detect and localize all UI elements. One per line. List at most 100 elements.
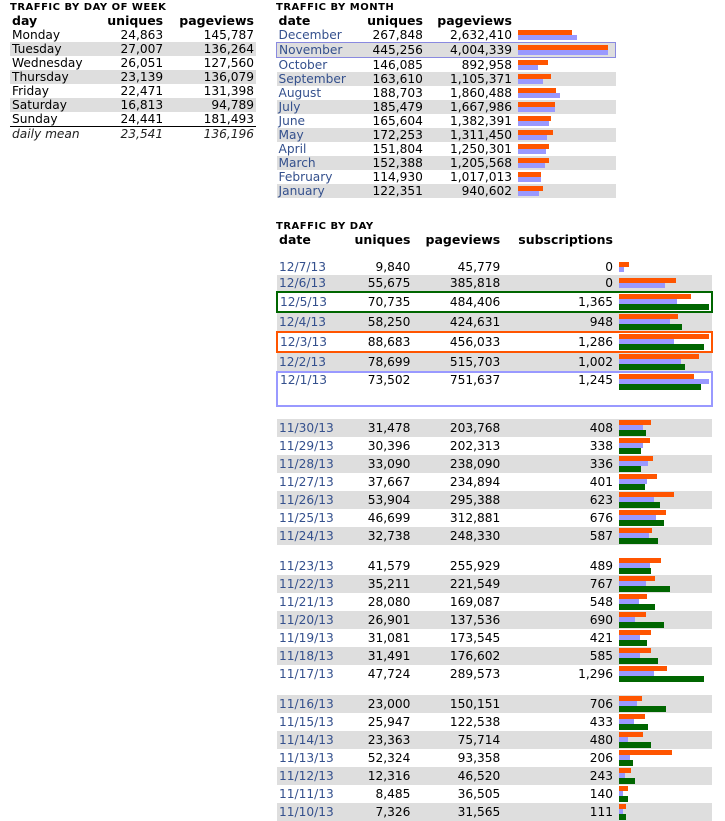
month-link[interactable]: April — [279, 142, 307, 156]
day-row[interactable]: 12/4/13 58,250 424,631 948 — [277, 311, 712, 332]
month-link[interactable]: March — [279, 156, 316, 170]
day-link[interactable]: 11/14/13 — [279, 733, 334, 747]
subscriptions-bar — [619, 519, 664, 526]
month-link[interactable]: December — [279, 28, 342, 42]
uniques-value: 7,326 — [375, 804, 411, 819]
month-row[interactable]: June 165,604 1,382,391 — [277, 114, 616, 128]
pageviews-bar — [518, 35, 577, 40]
day-row[interactable]: 11/28/13 33,090 238,090 336 — [277, 454, 712, 473]
day-row[interactable]: 12/5/13 70,735 484,406 1,365 — [275, 290, 713, 313]
uniques-value: 46,699 — [367, 510, 411, 525]
day-link[interactable]: 11/27/13 — [279, 475, 334, 489]
day-row[interactable]: 11/20/13 26,901 137,536 690 — [277, 610, 712, 629]
day-link[interactable]: 11/22/13 — [279, 577, 334, 591]
day-link[interactable]: 11/10/13 — [279, 805, 334, 819]
day-link[interactable]: 12/2/13 — [279, 355, 326, 369]
pageviews-value: 484,406 — [412, 290, 503, 313]
day-row[interactable]: 11/30/13 31,478 203,768 408 — [277, 418, 712, 437]
day-row[interactable]: 11/15/13 25,947 122,538 433 — [277, 713, 712, 731]
mean-label: daily mean — [12, 127, 80, 141]
subscriptions-bar — [619, 465, 641, 472]
day-link[interactable]: 11/23/13 — [279, 559, 334, 573]
month-row[interactable]: September 163,610 1,105,371 — [276, 72, 616, 86]
day-row[interactable]: 11/21/13 28,080 169,087 548 — [277, 593, 712, 611]
day-row[interactable]: 12/6/13 55,675 385,818 0 — [277, 274, 712, 292]
month-row[interactable]: October 146,085 892,958 — [277, 58, 616, 72]
day-row[interactable]: 12/3/13 88,683 456,033 1,286 — [275, 330, 713, 353]
day-link[interactable]: 11/26/13 — [279, 493, 334, 507]
day-link[interactable]: 11/21/13 — [279, 595, 334, 609]
uniques-value: 16,813 — [120, 98, 164, 112]
day-link[interactable]: 11/30/13 — [279, 421, 334, 435]
month-link[interactable]: November — [279, 43, 342, 57]
day-link[interactable]: 12/5/13 — [280, 295, 327, 309]
day-link[interactable]: 11/28/13 — [279, 457, 334, 471]
day-row[interactable]: 11/17/13 47,724 289,573 1,296 — [277, 665, 712, 683]
day-row[interactable]: 11/25/13 46,699 312,881 676 — [277, 509, 712, 527]
month-row[interactable]: May 172,253 1,311,450 — [276, 128, 616, 142]
month-row[interactable]: March 152,388 1,205,568 — [276, 156, 616, 170]
day-link[interactable]: 11/18/13 — [279, 649, 334, 663]
month-link[interactable]: January — [279, 184, 325, 198]
day-link[interactable]: 11/15/13 — [279, 715, 334, 729]
day-row[interactable]: 11/24/13 32,738 248,330 587 — [277, 526, 712, 545]
day-row[interactable]: 11/18/13 31,491 176,602 585 — [277, 646, 712, 665]
day-link[interactable]: 12/4/13 — [279, 315, 326, 329]
day-row[interactable]: 11/11/13 8,485 36,505 140 — [277, 785, 712, 803]
month-link[interactable]: October — [279, 58, 328, 72]
day-row[interactable]: 11/13/13 52,324 93,358 206 — [277, 749, 712, 767]
day-row[interactable]: 11/27/13 37,667 234,894 401 — [277, 473, 712, 491]
month-date-cell: January — [277, 184, 358, 198]
day-link[interactable]: 12/6/13 — [279, 276, 326, 290]
month-row[interactable]: April 151,804 1,250,301 — [277, 142, 616, 156]
bar-cell — [615, 437, 712, 455]
day-date-cell: 12/5/13 — [275, 290, 345, 313]
day-link[interactable]: 11/20/13 — [279, 613, 334, 627]
month-link[interactable]: August — [279, 86, 322, 100]
day-link[interactable]: 11/17/13 — [279, 667, 334, 681]
day-row[interactable]: 11/14/13 23,363 75,714 480 — [277, 730, 712, 749]
pageviews-value: 1,105,371 — [449, 72, 512, 86]
uniques-value: 9,840 — [375, 259, 411, 274]
uniques-value: 163,610 — [372, 72, 423, 86]
month-row[interactable]: January 122,351 940,602 — [276, 184, 616, 198]
bar-cell — [514, 156, 616, 170]
bar-cell — [615, 731, 712, 749]
subscriptions-bar — [619, 603, 655, 610]
month-row[interactable]: December 267,848 2,632,410 — [277, 28, 616, 43]
day-row[interactable]: 11/10/13 7,326 31,565 111 — [277, 802, 712, 821]
day-row[interactable]: 11/16/13 23,000 150,151 706 — [277, 694, 712, 713]
day-row[interactable]: 11/19/13 31,081 173,545 421 — [277, 629, 712, 647]
day-row[interactable]: 11/22/13 35,211 221,549 767 — [277, 574, 712, 593]
month-link[interactable]: May — [279, 128, 304, 142]
day-row[interactable]: 12/1/13 73,502 751,637 1,245 — [275, 370, 713, 407]
day-link[interactable]: 12/1/13 — [280, 373, 327, 387]
uniques-value: 445,256 — [357, 42, 425, 58]
month-row[interactable]: July 185,479 1,667,986 — [276, 100, 616, 114]
day-row[interactable]: 12/2/13 78,699 515,703 1,002 — [277, 351, 712, 372]
month-row[interactable]: November 445,256 4,004,339 — [276, 42, 616, 58]
day-link[interactable]: 11/25/13 — [279, 511, 334, 525]
pageviews-bar — [518, 79, 543, 84]
day-link[interactable]: 11/19/13 — [279, 631, 334, 645]
month-link[interactable]: September — [279, 72, 346, 86]
day-link[interactable]: 11/16/13 — [279, 697, 334, 711]
month-row[interactable]: February 114,930 1,017,013 — [277, 170, 616, 184]
day-row[interactable]: 11/26/13 53,904 295,388 623 — [277, 490, 712, 509]
day-link[interactable]: 12/7/13 — [279, 260, 326, 274]
month-link[interactable]: June — [279, 114, 306, 128]
day-date-cell: 11/29/13 — [277, 437, 344, 455]
day-row[interactable]: 11/29/13 30,396 202,313 338 — [277, 437, 712, 455]
month-link[interactable]: July — [279, 100, 301, 114]
month-row[interactable]: August 188,703 1,860,488 — [277, 86, 616, 100]
day-row[interactable]: 12/7/13 9,840 45,779 0 — [277, 259, 712, 275]
day-row[interactable]: 11/23/13 41,579 255,929 489 — [277, 557, 712, 575]
month-link[interactable]: February — [279, 170, 333, 184]
day-date-cell: 11/22/13 — [277, 575, 344, 593]
day-link[interactable]: 11/11/13 — [279, 787, 334, 801]
day-link[interactable]: 11/24/13 — [279, 529, 334, 543]
day-link[interactable]: 11/13/13 — [279, 751, 334, 765]
day-link[interactable]: 11/29/13 — [279, 439, 334, 453]
day-name: Saturday — [12, 98, 67, 112]
day-link[interactable]: 12/3/13 — [280, 335, 327, 349]
